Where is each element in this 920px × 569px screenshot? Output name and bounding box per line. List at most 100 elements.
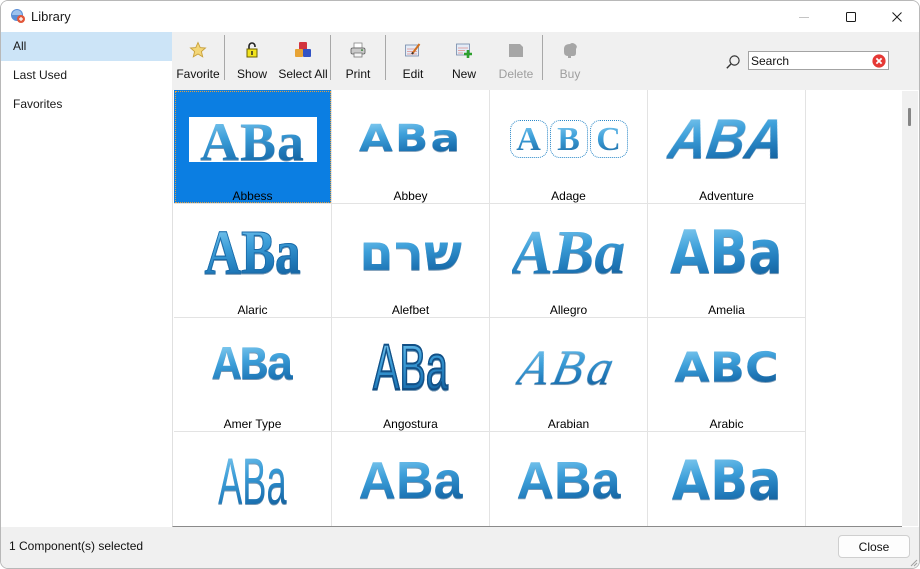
clear-icon[interactable] — [872, 54, 886, 68]
scrollbar-thumb[interactable] — [908, 108, 911, 126]
font-preview: ABa — [174, 338, 331, 396]
font-thumbnail-cell[interactable]: ABa Amer Type — [174, 318, 332, 432]
sidebar-item-favorites[interactable]: Favorites — [1, 90, 172, 119]
font-sample-text: ABA — [664, 107, 789, 170]
show-label: Show — [236, 67, 268, 81]
print-label: Print — [345, 67, 371, 81]
font-sample-letter: C — [589, 120, 628, 158]
font-sample-text: ABa — [511, 219, 626, 287]
favorite-label: Favorite — [176, 67, 220, 81]
font-preview: ABC — [490, 110, 647, 168]
maximize-icon — [846, 11, 856, 22]
font-name-label: Adventure — [699, 189, 754, 203]
minimize-icon — [799, 16, 809, 18]
font-preview: ABa — [174, 219, 331, 287]
sidebar-item-last-used[interactable]: Last Used — [1, 61, 172, 90]
font-preview: ABa — [174, 448, 331, 514]
close-icon — [892, 11, 902, 22]
toolbar-separator — [224, 35, 225, 80]
minimize-button[interactable] — [781, 1, 827, 32]
sidebar-item-all[interactable]: All — [1, 32, 172, 61]
font-name-label: Amer Type — [223, 417, 282, 431]
vertical-scrollbar[interactable] — [902, 91, 918, 526]
font-sample-text: שרם — [359, 224, 462, 282]
search-input[interactable] — [751, 53, 869, 68]
font-preview: ABa — [332, 110, 489, 168]
resize-grip-icon[interactable] — [908, 557, 918, 567]
font-name-label: Allegro — [549, 303, 588, 317]
font-thumbnail-cell[interactable]: ABa — [174, 432, 332, 526]
toolbar-separator — [330, 35, 331, 80]
title-bar: Library — [1, 1, 919, 32]
delete-button[interactable]: Delete — [491, 32, 541, 90]
new-button[interactable]: New — [440, 32, 488, 90]
font-sample-text: ABC — [674, 342, 779, 392]
font-name-label: Alaric — [237, 303, 268, 317]
font-thumbnail-cell[interactable]: ABa Angostura — [332, 318, 490, 432]
show-button[interactable]: Show — [229, 32, 275, 90]
font-sample-text: ABC — [509, 120, 629, 158]
font-thumbnail-cell[interactable]: ABa Abbey — [332, 90, 490, 204]
font-thumbnail-cell[interactable]: ABC Arabic — [648, 318, 806, 432]
font-thumbnail-cell[interactable]: ABa — [490, 432, 648, 526]
font-sample-text: ABa — [218, 444, 287, 518]
font-preview: ABA — [648, 107, 805, 170]
font-name-label: Abbess — [232, 189, 273, 203]
font-thumbnail-cell[interactable]: ABa Amelia — [648, 204, 806, 318]
font-sample-text: ABa — [358, 452, 463, 510]
font-sample-text: ABa — [200, 117, 305, 162]
printer-icon — [350, 42, 366, 58]
font-sample-letter: B — [549, 120, 588, 158]
font-sample-text: ABa — [513, 339, 624, 395]
font-thumbnail-cell[interactable]: ABa Abbess — [174, 90, 332, 204]
library-window: Library All Last Used Favorites Favorite — [0, 0, 920, 569]
buy-label: Buy — [559, 67, 581, 81]
select-all-label: Select All — [278, 67, 328, 81]
font-thumbnail-cell[interactable]: A B C Adage — [490, 90, 648, 204]
star-icon — [189, 41, 207, 58]
window-title: Library — [31, 9, 71, 24]
font-thumbnail-cell[interactable]: ABa — [648, 432, 806, 526]
unlock-icon — [246, 42, 258, 58]
close-button[interactable]: Close — [838, 535, 910, 558]
new-label: New — [451, 67, 476, 81]
font-name-label: Angostura — [383, 417, 438, 431]
buy-button[interactable]: Buy — [546, 32, 594, 90]
toolbar: Favorite Show Select All Print Edit New … — [172, 32, 919, 90]
font-name-label: Arabic — [709, 417, 744, 431]
font-thumbnail-cell[interactable]: ABA Adventure — [648, 90, 806, 204]
favorite-button[interactable]: Favorite — [174, 32, 222, 90]
maximize-button[interactable] — [828, 1, 874, 32]
preview-background: ABa — [188, 116, 317, 162]
font-name-label: Arabian — [547, 417, 590, 431]
font-thumbnail-cell[interactable]: ABa Alaric — [174, 204, 332, 318]
edit-icon — [405, 43, 421, 57]
toolbar-separator — [385, 35, 386, 80]
close-window-button[interactable] — [874, 1, 919, 32]
font-sample-text: ABa — [204, 219, 301, 287]
font-preview: ABa — [332, 452, 489, 510]
font-thumbnail-cell[interactable]: ABa Allegro — [490, 204, 648, 318]
font-preview: ABa — [174, 110, 331, 168]
edit-button[interactable]: Edit — [389, 32, 437, 90]
font-thumbnail-cell[interactable]: ABa — [332, 432, 490, 526]
search-field — [748, 51, 889, 70]
font-name-label: Amelia — [708, 303, 745, 317]
font-preview: ABa — [648, 452, 805, 510]
font-sample-text: ABa — [372, 331, 449, 403]
delete-label: Delete — [498, 67, 534, 81]
delete-icon — [509, 44, 523, 57]
font-thumbnail-cell[interactable]: ABa Arabian — [490, 318, 648, 432]
font-thumbnail-cell[interactable]: שרם Alefbet — [332, 204, 490, 318]
font-preview: ABa — [648, 218, 805, 288]
cubes-icon — [295, 42, 311, 57]
font-preview: ABa — [490, 219, 647, 287]
toolbar-separator — [542, 35, 543, 80]
font-sample-text: ABa — [671, 449, 782, 512]
font-sample-text: ABa — [670, 218, 783, 288]
search-icon[interactable] — [725, 54, 741, 70]
select-all-button[interactable]: Select All — [277, 32, 329, 90]
print-button[interactable]: Print — [334, 32, 382, 90]
font-sample-text: ABa — [516, 452, 621, 510]
font-preview: ABa — [490, 452, 647, 510]
